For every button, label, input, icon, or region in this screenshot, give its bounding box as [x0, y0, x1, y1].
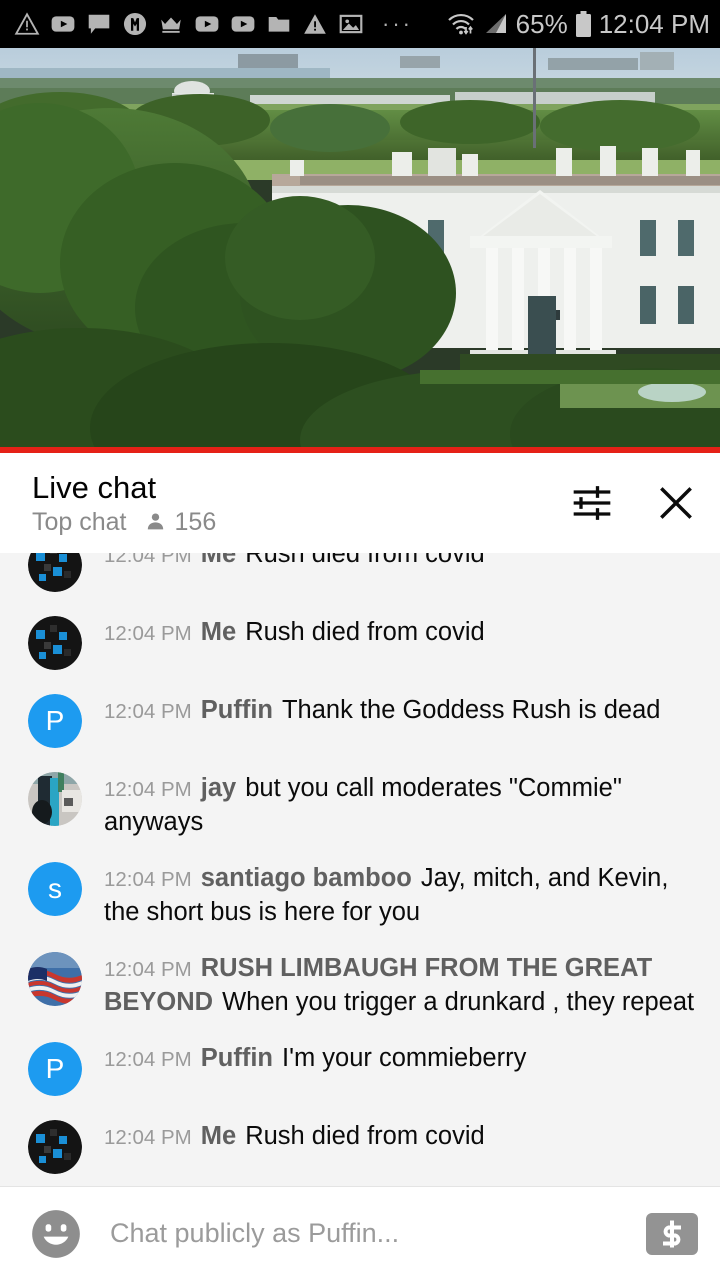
close-icon[interactable]: [654, 481, 698, 525]
cell-signal-icon: [485, 14, 506, 33]
message-author[interactable]: Me: [201, 553, 236, 568]
message-timestamp: 12:04 PM: [104, 868, 192, 891]
clock-label: 12:04 PM: [598, 8, 710, 39]
avatar-letter: s: [28, 862, 82, 916]
chat-message-body: 12:04 PM jay but you call moderates "Commi…: [104, 770, 702, 838]
chat-message-row[interactable]: 12:04 PM RUSH LIMBAUGH FROM THE GREAT BEY…: [0, 939, 720, 1029]
message-timestamp: 12:04 PM: [104, 778, 192, 801]
chat-bubble-icon: [88, 14, 110, 34]
message-author[interactable]: santiago bamboo: [201, 864, 412, 892]
avatar-letter: P: [28, 1042, 82, 1096]
youtube-play-icon: [231, 16, 255, 32]
status-bar-notification-icons: [14, 11, 364, 37]
avatar[interactable]: [28, 1120, 82, 1174]
person-icon: [147, 513, 163, 530]
wifi-transfer-icon: [447, 13, 474, 35]
message-timestamp: 12:04 PM: [104, 958, 192, 981]
chat-message-row[interactable]: 12:04 PM Me Rush died from covid: [0, 1107, 720, 1185]
avatar[interactable]: P: [28, 1042, 82, 1096]
chat-input-bar: [0, 1186, 720, 1280]
youtube-play-icon: [51, 16, 75, 32]
crown-icon: [161, 17, 181, 33]
battery-icon: [575, 10, 591, 37]
avatar-image-flag: [28, 952, 82, 1006]
status-bar-system-icons: 65% 12:04 PM: [446, 9, 710, 40]
chat-message-row[interactable]: s 12:04 PM santiago bamboo Jay, mitch, and…: [0, 849, 720, 939]
message-text: Rush died from covid: [245, 553, 485, 568]
message-author[interactable]: Me: [201, 618, 236, 646]
chat-header-titles: Live chat Top chat 156: [32, 469, 216, 536]
status-bar-overflow-dots: ···: [382, 11, 413, 36]
avatar[interactable]: [28, 952, 82, 1006]
message-author[interactable]: jay: [201, 774, 236, 802]
image-icon: [339, 14, 363, 34]
message-author[interactable]: Me: [201, 1122, 236, 1150]
chat-input[interactable]: [82, 1218, 636, 1249]
message-text: I'm your commieberry: [281, 1044, 527, 1072]
message-timestamp: 12:04 PM: [104, 1126, 192, 1149]
superchat-button[interactable]: [646, 1212, 698, 1255]
chat-message-row[interactable]: P 12:04 PM Puffin Thank the Goddess Rush i…: [0, 681, 720, 759]
chat-message-row[interactable]: 12:04 PM Me Rush died from covid: [0, 603, 720, 681]
live-chat-title: Live chat: [32, 469, 157, 505]
live-chat-header: Live chat Top chat 156: [0, 453, 720, 553]
avatar[interactable]: [28, 772, 82, 826]
chat-header-subtitle: Top chat 156: [32, 508, 216, 536]
sliders-icon[interactable]: [570, 481, 614, 525]
message-text: Rush died from covid: [245, 1122, 485, 1150]
chat-header-actions: [570, 481, 698, 525]
chat-message-body: 12:04 PM RUSH LIMBAUGH FROM THE GREAT BEY…: [104, 950, 702, 1018]
youtube-play-icon: [195, 16, 219, 32]
emoji-smiley-icon[interactable]: [30, 1208, 82, 1260]
avatar-letter: P: [28, 694, 82, 748]
avatar[interactable]: P: [28, 694, 82, 748]
chat-message-row[interactable]: 12:04 PM Me Rush died from covid: [0, 553, 720, 603]
battery-percent-label: 65%: [515, 8, 568, 39]
warning-triangle-outline-icon: [14, 12, 40, 35]
message-timestamp: 12:04 PM: [104, 622, 192, 645]
avatar-image-dark-blocks: [28, 1120, 82, 1174]
avatar-image-photo-teal: [28, 772, 82, 826]
viewer-count-label: 156: [174, 507, 217, 536]
message-timestamp: 12:04 PM: [104, 1048, 192, 1071]
warning-triangle-filled-icon: [304, 14, 326, 34]
avatar[interactable]: s: [28, 862, 82, 916]
message-text: When you trigger a drunkard , they repea…: [222, 988, 695, 1016]
message-text: Rush died from covid: [245, 618, 485, 646]
chat-message-list[interactable]: 12:04 PM Me Rush died from covid 12:04 PM M…: [0, 553, 720, 1186]
chat-message-body: 12:04 PM santiago bamboo Jay, mitch, and K…: [104, 860, 702, 928]
dollar-icon: [663, 1220, 681, 1247]
chat-message-body: 12:04 PM Puffin Thank the Goddess Rush is …: [104, 692, 702, 728]
chat-message-row[interactable]: 12:04 PM jay but you call moderates "Commi…: [0, 759, 720, 849]
message-timestamp: 12:04 PM: [104, 700, 192, 723]
avatar[interactable]: [28, 616, 82, 670]
message-text: Thank the Goddess Rush is dead: [281, 696, 661, 724]
status-bar: ··· 65% 12:04 PM: [0, 0, 720, 48]
chat-message-body: 12:04 PM Me Rush died from covid: [104, 1118, 702, 1154]
avatar-image-dark-blocks: [28, 553, 82, 592]
avatar-image-dark-blocks: [28, 616, 82, 670]
message-author[interactable]: Puffin: [201, 1044, 273, 1072]
chat-message-body: 12:04 PM Me Rush died from covid: [104, 553, 702, 572]
video-player[interactable]: [0, 48, 720, 453]
m-circle-icon: [123, 12, 147, 36]
chat-message-body: 12:04 PM Me Rush died from covid: [104, 614, 702, 650]
folder-icon: [268, 16, 290, 32]
chat-message-row[interactable]: P 12:04 PM Puffin I'm your commieberry: [0, 1029, 720, 1107]
video-frame: [0, 48, 720, 453]
message-timestamp: 12:04 PM: [104, 553, 192, 567]
chat-message-body: 12:04 PM Puffin I'm your commieberry: [104, 1040, 702, 1076]
avatar[interactable]: [28, 553, 82, 592]
chat-mode-label[interactable]: Top chat: [32, 508, 127, 536]
message-author[interactable]: Puffin: [201, 696, 273, 724]
